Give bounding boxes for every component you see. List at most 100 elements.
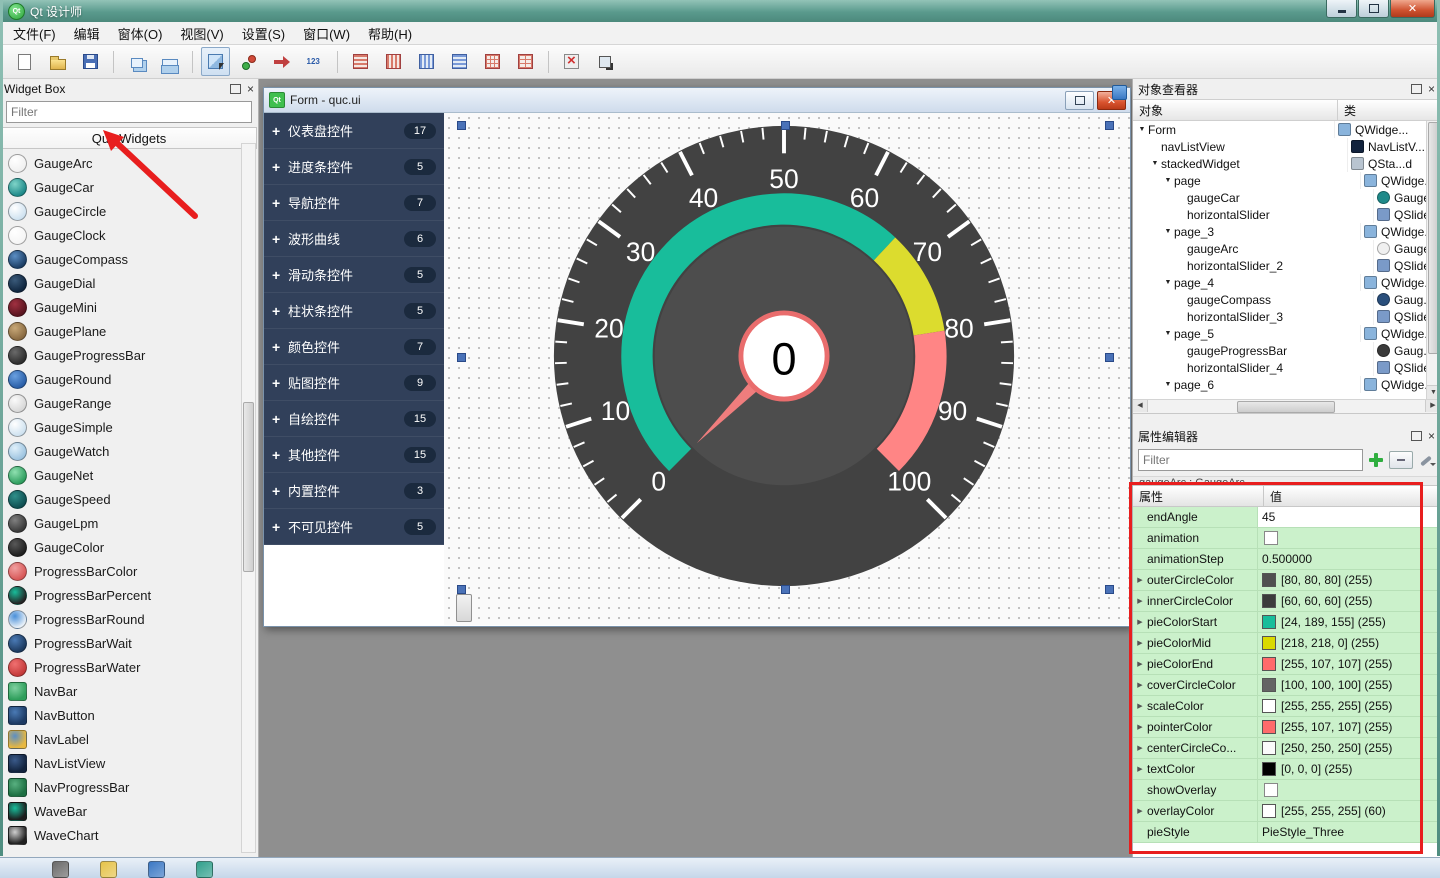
property-filter-input[interactable]: [1138, 449, 1363, 471]
close-button[interactable]: ✕: [1390, 0, 1435, 18]
widget-box-item[interactable]: NavLabel: [0, 727, 258, 751]
expander-icon[interactable]: ▼: [1162, 228, 1174, 235]
expander-icon[interactable]: ▶: [1133, 639, 1147, 647]
os-taskbar[interactable]: [0, 857, 1440, 878]
object-tree-row[interactable]: navListViewNavListV...: [1133, 138, 1426, 155]
expander-icon[interactable]: ▶: [1133, 660, 1147, 668]
menu-item[interactable]: 帮助(H): [359, 22, 421, 45]
selection-handle-bottom-right[interactable]: [1105, 585, 1114, 594]
object-tree-row[interactable]: horizontalSlider_2QSlider: [1133, 257, 1426, 274]
form-titlebar[interactable]: Form - quc.ui ✕: [264, 88, 1130, 113]
mdi-window-icon[interactable]: [1112, 85, 1127, 100]
selection-handle-left[interactable]: [457, 353, 466, 362]
column-header-object[interactable]: 对象: [1133, 100, 1338, 120]
widget-box-item[interactable]: ProgressBarColor: [0, 559, 258, 583]
widget-box-item[interactable]: GaugePlane: [0, 319, 258, 343]
widget-box-item[interactable]: GaugeColor: [0, 535, 258, 559]
expander-icon[interactable]: ▶: [1133, 765, 1147, 773]
widget-box-item[interactable]: NavListView: [0, 751, 258, 775]
widget-box-item[interactable]: NavProgressBar: [0, 775, 258, 799]
checkbox[interactable]: [1264, 531, 1278, 545]
widget-box-item[interactable]: GaugeLpm: [0, 511, 258, 535]
property-row[interactable]: ▶pieColorStart[24, 189, 155] (255): [1133, 612, 1440, 633]
checkbox[interactable]: [1264, 783, 1278, 797]
horizontal-slider-widget[interactable]: [456, 594, 472, 622]
nav-list-item[interactable]: +其他控件15: [264, 437, 444, 473]
widget-box-item[interactable]: GaugeProgressBar: [0, 343, 258, 367]
adjust-size-button[interactable]: [590, 47, 619, 76]
property-row[interactable]: ▶outerCircleColor[80, 80, 80] (255): [1133, 570, 1440, 591]
widget-box-item[interactable]: ProgressBarRound: [0, 607, 258, 631]
expander-icon[interactable]: ▼: [1149, 160, 1161, 167]
nav-list-item[interactable]: +波形曲线6: [264, 221, 444, 257]
edit-buddies-button[interactable]: [267, 47, 296, 76]
property-value-cell[interactable]: [255, 255, 255] (60): [1258, 801, 1440, 822]
expander-icon[interactable]: ▶: [1133, 702, 1147, 710]
scrollbar-thumb[interactable]: [243, 402, 254, 572]
object-tree-row[interactable]: gaugeProgressBarGaug...s: [1133, 342, 1426, 359]
object-tree-row[interactable]: gaugeCompassGaug...p: [1133, 291, 1426, 308]
add-dynamic-property-icon[interactable]: [1367, 451, 1385, 469]
widget-box-item[interactable]: GaugeSpeed: [0, 487, 258, 511]
column-header-property[interactable]: 属性: [1133, 486, 1264, 507]
open-file-button[interactable]: [43, 47, 72, 76]
minimize-button[interactable]: [1326, 0, 1357, 18]
object-tree-row[interactable]: horizontalSlider_4QSlider: [1133, 359, 1426, 376]
menu-item[interactable]: 文件(F): [4, 22, 65, 45]
widget-box-item[interactable]: ProgressBarPercent: [0, 583, 258, 607]
widget-box-item[interactable]: GaugeWatch: [0, 439, 258, 463]
float-dock-icon[interactable]: [230, 84, 241, 94]
expander-icon[interactable]: ▶: [1133, 576, 1147, 584]
widget-box-item[interactable]: ProgressBarWater: [0, 655, 258, 679]
scrollbar-left-arrow[interactable]: ◀: [1133, 400, 1148, 412]
layout-horizontal-button[interactable]: [379, 47, 408, 76]
selection-handle-top-right[interactable]: [1105, 121, 1114, 130]
object-tree-row[interactable]: gaugeCarGaugeC...: [1133, 189, 1426, 206]
expander-icon[interactable]: ▶: [1133, 744, 1147, 752]
property-row[interactable]: animationStep0.500000: [1133, 549, 1440, 570]
property-row[interactable]: animation: [1133, 528, 1440, 549]
widget-box-scrollbar[interactable]: [241, 143, 256, 853]
property-row[interactable]: ▶pieColorMid[218, 218, 0] (255): [1133, 633, 1440, 654]
property-value-cell[interactable]: [1258, 780, 1440, 801]
expander-icon[interactable]: ▼: [1162, 279, 1174, 286]
property-value-cell[interactable]: [218, 218, 0] (255): [1258, 633, 1440, 654]
widget-box-item[interactable]: GaugeRange: [0, 391, 258, 415]
nav-list-item[interactable]: +贴图控件9: [264, 365, 444, 401]
nav-list-item[interactable]: +滑动条控件5: [264, 257, 444, 293]
property-value-cell[interactable]: 0.500000: [1258, 549, 1440, 570]
property-value-cell[interactable]: [250, 250, 250] (255): [1258, 738, 1440, 759]
gauge-arc-widget[interactable]: 01020304050607080901000: [549, 121, 1019, 591]
property-row[interactable]: ▶textColor[0, 0, 0] (255): [1133, 759, 1440, 780]
property-row[interactable]: ▶overlayColor[255, 255, 255] (60): [1133, 801, 1440, 822]
nav-list-item[interactable]: +进度条控件5: [264, 149, 444, 185]
property-value-cell[interactable]: [100, 100, 100] (255): [1258, 675, 1440, 696]
taskbar-app-icon[interactable]: [100, 861, 117, 878]
property-value-cell[interactable]: [255, 255, 255] (255): [1258, 696, 1440, 717]
float-dock-icon[interactable]: [1411, 431, 1422, 441]
widget-box-item[interactable]: WaveChart: [0, 823, 258, 847]
window-titlebar[interactable]: Qt 设计师 ✕: [0, 0, 1440, 22]
widget-box-item[interactable]: GaugeNet: [0, 463, 258, 487]
property-row[interactable]: ▶coverCircleColor[100, 100, 100] (255): [1133, 675, 1440, 696]
configure-property-editor-icon[interactable]: [1417, 452, 1435, 468]
object-tree-row[interactable]: ▼page_3QWidge...: [1133, 223, 1426, 240]
layout-grid-button[interactable]: [478, 47, 507, 76]
nav-list-item[interactable]: +导航控件7: [264, 185, 444, 221]
property-row[interactable]: showOverlay: [1133, 780, 1440, 801]
widget-box-item[interactable]: GaugeSimple: [0, 415, 258, 439]
expander-icon[interactable]: ▼: [1136, 126, 1148, 133]
save-file-button[interactable]: [76, 47, 105, 76]
property-row[interactable]: pieStylePieStyle_Three: [1133, 822, 1440, 843]
widget-box-item[interactable]: GaugeClock: [0, 223, 258, 247]
taskbar-app-icon[interactable]: [148, 861, 165, 878]
splitter-vertical-button[interactable]: [445, 47, 474, 76]
property-value-cell[interactable]: [255, 107, 107] (255): [1258, 717, 1440, 738]
menu-item[interactable]: 窗体(O): [109, 22, 172, 45]
expander-icon[interactable]: ▶: [1133, 723, 1147, 731]
property-row[interactable]: ▶centerCircleCo...[250, 250, 250] (255): [1133, 738, 1440, 759]
widget-box-item[interactable]: GaugeCar: [0, 175, 258, 199]
property-value-cell[interactable]: [0, 0, 0] (255): [1258, 759, 1440, 780]
property-value-cell[interactable]: [60, 60, 60] (255): [1258, 591, 1440, 612]
widget-box-item[interactable]: GaugeArc: [0, 151, 258, 175]
